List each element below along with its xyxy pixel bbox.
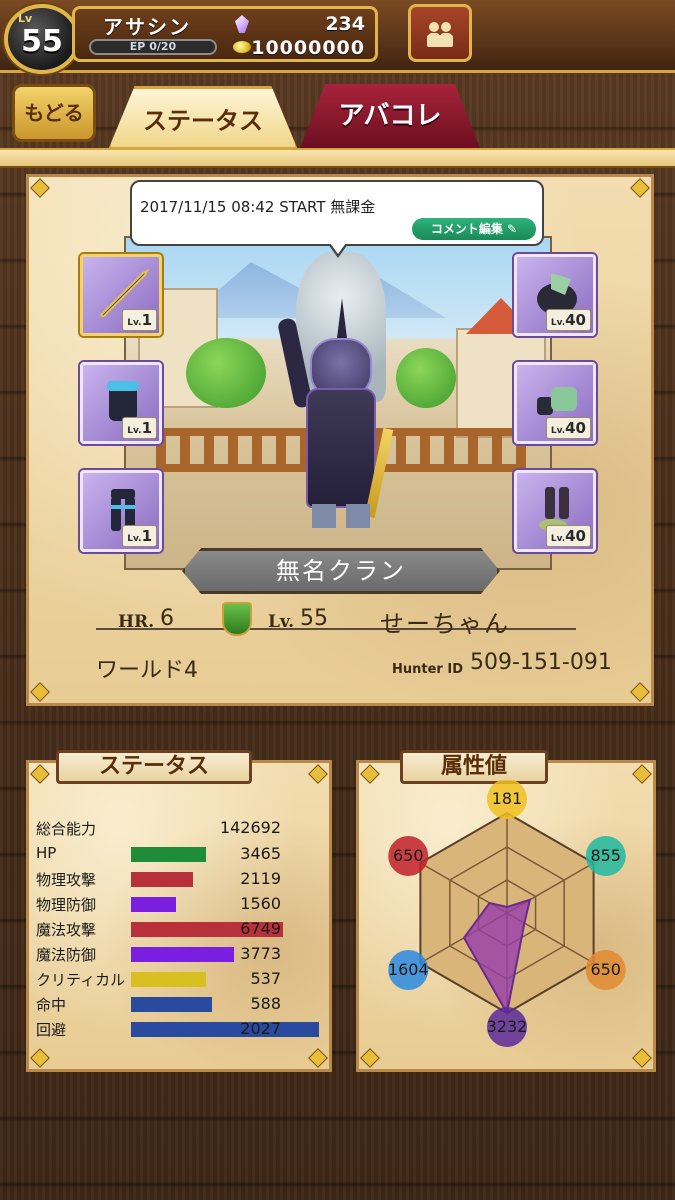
stat-label: 回避 xyxy=(36,1021,67,1039)
world-name: ワールド4 xyxy=(96,658,198,683)
comment-text: 2017/11/15 08:42 START 無課金 xyxy=(140,198,376,216)
equip-level: Lv.40 xyxy=(545,309,591,331)
stat-label: 魔法防御 xyxy=(36,946,97,964)
crystal-count: 234 xyxy=(325,13,365,35)
equip-level: Lv.1 xyxy=(122,525,157,547)
stat-row: 回避 2027 xyxy=(36,1019,326,1039)
corner-ornament xyxy=(308,1048,328,1068)
stat-row: 物理防御 1560 xyxy=(36,894,326,914)
hunter-level: 55 xyxy=(300,606,328,631)
crystal-icon xyxy=(235,15,249,33)
stat-row: 魔法攻撃 6749 xyxy=(36,919,326,939)
guild-icon xyxy=(427,22,453,47)
stat-value: 3465 xyxy=(240,844,281,863)
lv-label: Lv. xyxy=(268,612,295,632)
stat-row: クリティカル 537 xyxy=(36,969,326,989)
corner-ornament xyxy=(630,178,650,198)
tree xyxy=(396,348,456,408)
stat-row: 物理攻撃 2119 xyxy=(36,869,326,889)
zenny-icon xyxy=(233,41,251,53)
stat-value: 6749 xyxy=(240,919,281,938)
hunter-id-label: Hunter ID xyxy=(392,662,463,677)
stat-row: HP 3465 xyxy=(36,844,326,864)
stat-row: 命中 588 xyxy=(36,994,326,1014)
attribute-title: 属性値 xyxy=(400,750,548,784)
attribute-radar-chart xyxy=(388,780,626,1047)
player-name-plate: アサシン EP 0/20 234 10000000 xyxy=(72,6,378,62)
attribute-value: 1604 xyxy=(387,960,429,979)
hunter-rank: 6 xyxy=(160,606,174,631)
stat-value: 142692 xyxy=(219,818,281,837)
back-button[interactable]: もどる xyxy=(12,84,96,142)
stat-value: 588 xyxy=(250,994,281,1013)
stat-value: 3773 xyxy=(240,944,281,963)
tab-status[interactable]: ステータス xyxy=(108,86,298,150)
attribute-value: 3232 xyxy=(486,1017,528,1036)
corner-ornament xyxy=(30,682,50,702)
stat-value: 537 xyxy=(250,969,281,988)
attribute-value: 181 xyxy=(491,789,523,808)
player-level: 55 xyxy=(21,24,63,59)
equip-slot-chest[interactable]: Lv.1 xyxy=(80,362,162,444)
equip-slot-boots[interactable]: Lv.40 xyxy=(514,470,596,552)
stat-label: 物理攻撃 xyxy=(36,871,97,889)
equip-slot-weapon[interactable]: Lv.1 xyxy=(80,254,162,336)
stat-value: 2027 xyxy=(240,1019,281,1038)
corner-ornament xyxy=(30,1048,50,1068)
ep-gauge: EP 0/20 xyxy=(89,39,217,55)
equip-level: Lv.1 xyxy=(122,309,157,331)
hunter-name: せーちゃん xyxy=(380,610,510,638)
clan-banner[interactable]: 無名クラン xyxy=(182,548,500,594)
guild-button[interactable] xyxy=(408,4,472,62)
stat-value: 1560 xyxy=(240,894,281,913)
edit-comment-label: コメント編集 xyxy=(430,222,503,236)
equip-slot-helm[interactable]: Lv.40 xyxy=(514,254,596,336)
attribute-value: 855 xyxy=(590,846,621,865)
top-bar: Lv 55 アサシン EP 0/20 234 10000000 xyxy=(0,0,675,74)
stat-label: 命中 xyxy=(36,996,67,1014)
corner-ornament xyxy=(30,764,50,784)
equip-level: Lv.40 xyxy=(545,417,591,439)
attribute-value: 650 xyxy=(590,960,621,979)
stat-label: 物理防御 xyxy=(36,896,97,914)
avatar-scene xyxy=(124,236,552,570)
corner-ornament xyxy=(632,1048,652,1068)
tree xyxy=(186,338,266,408)
hunter-avatar xyxy=(276,298,396,528)
edit-comment-button[interactable]: コメント編集 ✎ xyxy=(412,218,536,240)
stat-value: 2119 xyxy=(240,869,281,888)
corner-ornament xyxy=(30,178,50,198)
stat-row: 魔法防御 3773 xyxy=(36,944,326,964)
tab-avacole[interactable]: アバコレ xyxy=(300,84,480,148)
stat-label: HP xyxy=(36,844,57,862)
equip-slot-legs[interactable]: Lv.1 xyxy=(80,470,162,552)
attribute-value: 650 xyxy=(392,846,424,865)
rank-emblem-icon xyxy=(222,602,252,636)
equip-level: Lv.1 xyxy=(122,417,157,439)
stat-label: 総合能力 xyxy=(36,820,97,838)
stat-label: クリティカル xyxy=(36,971,126,989)
tab-underline xyxy=(0,148,675,168)
corner-ornament xyxy=(308,764,328,784)
player-level-badge: Lv 55 xyxy=(4,4,80,74)
hunter-id: 509-151-091 xyxy=(470,650,612,675)
status-title: ステータス xyxy=(56,750,252,784)
avatar-body xyxy=(306,388,376,508)
hr-label: HR. xyxy=(118,612,155,632)
zenny-count: 10000000 xyxy=(251,37,365,59)
corner-ornament xyxy=(630,682,650,702)
player-name: アサシン xyxy=(103,15,191,39)
bubble-tail xyxy=(330,243,346,254)
pencil-icon: ✎ xyxy=(507,222,518,236)
stat-row-total: 総合能力 142692 xyxy=(36,818,326,838)
comment-bubble: 2017/11/15 08:42 START 無課金 コメント編集 ✎ xyxy=(130,180,544,258)
equip-level: Lv.40 xyxy=(545,525,591,547)
corner-ornament xyxy=(360,1048,380,1068)
avatar-legs xyxy=(312,504,370,528)
equip-slot-arms[interactable]: Lv.40 xyxy=(514,362,596,444)
stat-label: 魔法攻撃 xyxy=(36,921,97,939)
